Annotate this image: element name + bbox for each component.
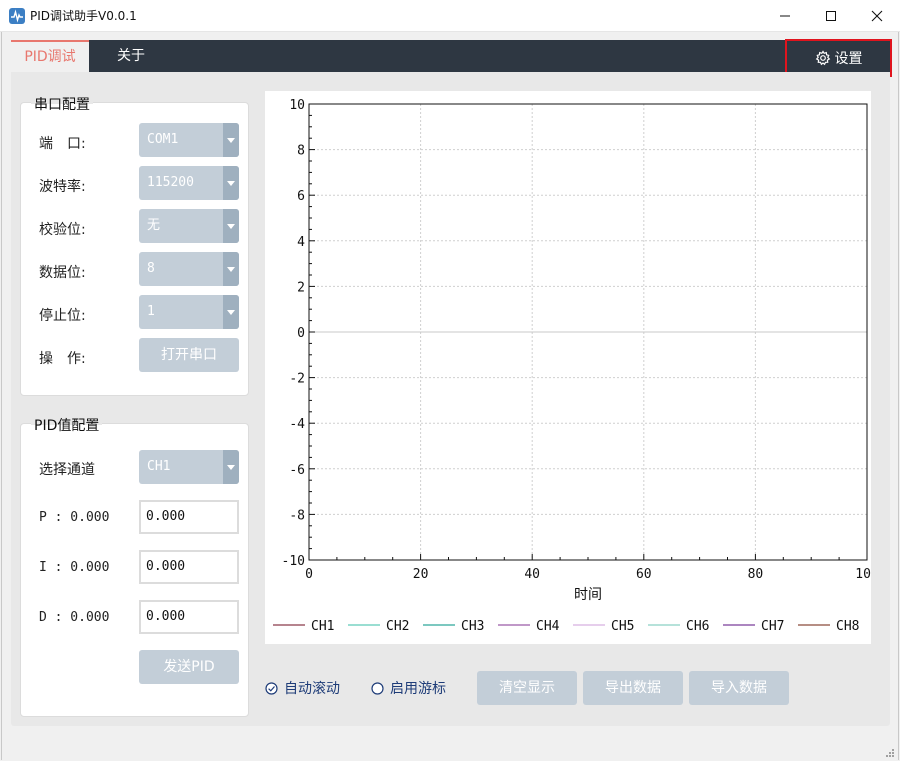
app-waveform-icon — [9, 8, 25, 24]
legend-label: CH3 — [461, 619, 484, 634]
x-tick-label: 20 — [413, 567, 429, 582]
x-tick-label: 0 — [305, 567, 313, 582]
cursor-checkbox[interactable]: 启用游标 — [371, 678, 446, 698]
chevron-down-icon — [223, 209, 239, 243]
channel-label: 选择通道 — [39, 462, 95, 478]
axis-tick-labels: 0204060801001086420-2-4-6-8-10 — [282, 98, 871, 582]
cursor-label: 启用游标 — [390, 681, 446, 697]
d-label: D : 0.000 — [39, 610, 110, 625]
d-input[interactable]: 0.000 — [139, 600, 239, 634]
y-tick-label: 0 — [297, 326, 305, 341]
gear-icon — [815, 50, 830, 66]
databits-label: 数据位: — [39, 265, 86, 281]
channel-value: CH1 — [147, 459, 171, 474]
chart-area: 0204060801001086420-2-4-6-8-10 时间 CH1CH2… — [265, 91, 871, 644]
serial-config-group: 串口配置 端 口: COM1 波特率: 115200 校验位: 无 数据位: 8… — [20, 94, 249, 396]
tab-pid-debug[interactable]: PID调试 — [11, 40, 89, 72]
auto-scroll-label: 自动滚动 — [284, 681, 340, 697]
legend-label: CH5 — [611, 619, 634, 634]
checked-circle-icon — [265, 681, 278, 695]
port-label: 端 口: — [39, 136, 86, 152]
pid-config-group: PID值配置 选择通道 CH1 P : 0.000 0.000 I : 0.00… — [20, 415, 249, 717]
maximize-icon — [826, 11, 836, 21]
y-tick-label: -8 — [289, 508, 305, 523]
baudrate-label: 波特率: — [39, 179, 86, 195]
pid-config-title: PID值配置 — [31, 415, 103, 435]
line-chart: 0204060801001086420-2-4-6-8-10 时间 CH1CH2… — [273, 98, 871, 634]
port-select[interactable]: COM1 — [139, 123, 239, 157]
tab-about[interactable]: 关于 — [101, 40, 161, 72]
stopbits-label: 停止位: — [39, 308, 86, 324]
x-tick-label: 60 — [636, 567, 652, 582]
send-pid-button[interactable]: 发送PID — [139, 650, 239, 684]
chevron-down-icon — [223, 252, 239, 286]
window-title: PID调试助手V0.0.1 — [30, 9, 137, 23]
open-serial-button[interactable]: 打开串口 — [139, 338, 239, 372]
y-tick-label: -10 — [282, 554, 305, 569]
settings-label: 设置 — [834, 51, 863, 67]
i-label: I : 0.000 — [39, 560, 110, 575]
resize-grip-icon[interactable] — [884, 747, 894, 757]
y-tick-label: 4 — [297, 235, 305, 250]
p-input[interactable]: 0.000 — [139, 500, 239, 534]
action-label: 操 作: — [39, 351, 86, 367]
legend-label: CH7 — [761, 619, 784, 634]
minimize-button[interactable] — [762, 0, 808, 32]
y-tick-label: 2 — [297, 280, 305, 295]
chevron-down-icon — [223, 166, 239, 200]
y-tick-label: 8 — [297, 144, 305, 159]
close-button[interactable] — [854, 0, 900, 32]
chart-legend: CH1 CH2 CH3 CH4 CH5 CH6 CH7 CH8 — [273, 619, 859, 634]
parity-select[interactable]: 无 — [139, 209, 239, 243]
import-data-button[interactable]: 导入数据 — [689, 671, 789, 705]
channel-select[interactable]: CH1 — [139, 450, 239, 484]
close-icon — [871, 10, 883, 22]
chevron-down-icon — [223, 295, 239, 329]
legend-label: CH8 — [836, 619, 859, 634]
baudrate-select[interactable]: 115200 — [139, 166, 239, 200]
auto-scroll-checkbox[interactable]: 自动滚动 — [265, 678, 340, 698]
clear-display-button[interactable]: 清空显示 — [477, 671, 577, 705]
port-value: COM1 — [147, 132, 179, 147]
y-tick-label: -4 — [289, 417, 305, 432]
status-bar — [2, 736, 898, 760]
databits-value: 8 — [147, 261, 155, 276]
minimize-icon — [780, 15, 790, 17]
databits-select[interactable]: 8 — [139, 252, 239, 286]
stopbits-select[interactable]: 1 — [139, 295, 239, 329]
y-tick-label: -6 — [289, 463, 305, 478]
legend-label: CH2 — [386, 619, 409, 634]
y-tick-label: -2 — [289, 372, 305, 387]
stopbits-value: 1 — [147, 304, 155, 319]
chevron-down-icon — [223, 123, 239, 157]
export-data-button[interactable]: 导出数据 — [583, 671, 683, 705]
y-tick-label: 6 — [297, 189, 305, 204]
x-tick-label: 80 — [748, 567, 764, 582]
serial-config-title: 串口配置 — [31, 94, 93, 114]
i-input[interactable]: 0.000 — [139, 550, 239, 584]
legend-label: CH6 — [686, 619, 709, 634]
y-tick-label: 10 — [289, 98, 305, 113]
main-content: 串口配置 端 口: COM1 波特率: 115200 校验位: 无 数据位: 8… — [11, 72, 890, 726]
x-tick-label: 100 — [855, 567, 871, 582]
tab-bar: PID调试 关于 — [11, 40, 890, 72]
maximize-button[interactable] — [808, 0, 854, 32]
window-titlebar: PID调试助手V0.0.1 — [0, 0, 900, 32]
parity-value: 无 — [147, 218, 161, 233]
parity-label: 校验位: — [39, 222, 86, 238]
x-axis-label: 时间 — [574, 587, 602, 603]
unchecked-circle-icon — [371, 681, 384, 695]
p-label: P : 0.000 — [39, 510, 110, 525]
x-tick-label: 40 — [524, 567, 540, 582]
chevron-down-icon — [223, 450, 239, 484]
baudrate-value: 115200 — [147, 175, 194, 190]
legend-label: CH4 — [536, 619, 560, 634]
legend-label: CH1 — [311, 619, 334, 634]
